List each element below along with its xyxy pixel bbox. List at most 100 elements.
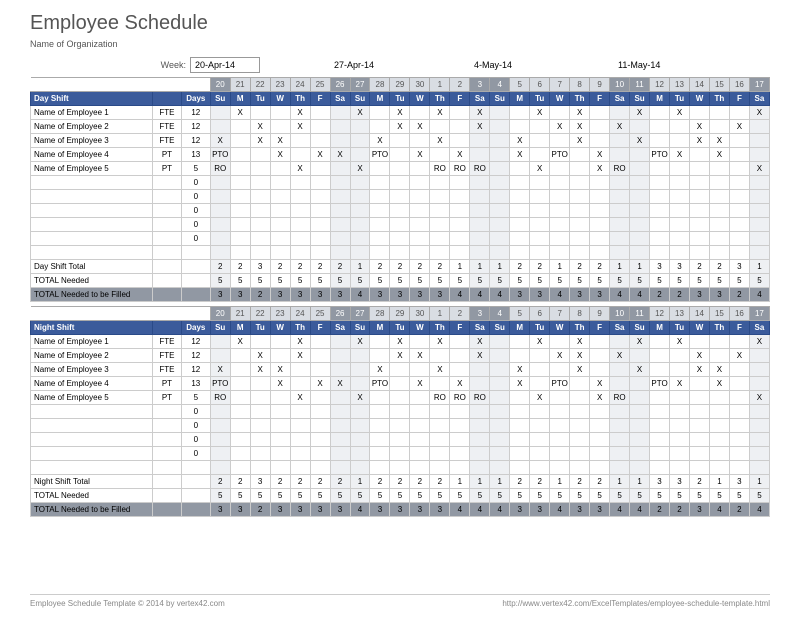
day-cell: 2 — [510, 260, 530, 274]
day-cell — [350, 246, 370, 260]
day-cell — [530, 419, 550, 433]
date-num: 2 — [450, 307, 470, 321]
day-cell — [670, 246, 690, 260]
mark-cell — [330, 363, 350, 377]
day-cell — [250, 190, 270, 204]
date-num: 26 — [330, 78, 350, 92]
day-cell — [570, 419, 590, 433]
day-cell — [510, 405, 530, 419]
mark-cell: X — [450, 148, 470, 162]
mark-cell — [590, 106, 610, 120]
day-cell — [510, 176, 530, 190]
fill-cell: 3 — [410, 288, 430, 302]
mark-cell: X — [530, 106, 550, 120]
day-cell — [270, 433, 290, 447]
day-cell — [709, 405, 729, 419]
day-cell — [610, 176, 630, 190]
date-num: 24 — [290, 78, 310, 92]
day-cell — [210, 204, 230, 218]
fill-cell: 3 — [270, 503, 290, 517]
fill-cell: 3 — [210, 503, 230, 517]
week-start-input[interactable] — [190, 57, 260, 73]
day-cell — [410, 176, 430, 190]
day-cell — [270, 405, 290, 419]
date-num: 9 — [590, 78, 610, 92]
day-cell — [390, 447, 410, 461]
date-num: 10 — [610, 307, 630, 321]
day-cell — [749, 461, 769, 475]
cell — [31, 419, 153, 433]
mark-cell — [450, 120, 470, 134]
mark-cell — [310, 106, 330, 120]
day-abbr: M — [370, 321, 390, 335]
employee-row: Name of Employee 1FTE12XXXXXXXXXXX — [31, 106, 770, 120]
cell — [153, 307, 182, 321]
mark-cell: X — [250, 134, 270, 148]
mark-cell — [230, 162, 250, 176]
day-cell — [350, 447, 370, 461]
day-abbr: W — [550, 321, 570, 335]
footer-link[interactable]: http://www.vertex42.com/ExcelTemplates/e… — [502, 599, 770, 608]
day-cell — [610, 190, 630, 204]
employee-name: Name of Employee 1 — [31, 106, 153, 120]
day-cell — [550, 218, 570, 232]
mark-cell: X — [689, 134, 709, 148]
day-cell — [350, 204, 370, 218]
empty-row: 0 — [31, 190, 770, 204]
date-num: 21 — [230, 307, 250, 321]
cell — [153, 176, 182, 190]
cell: 0 — [181, 433, 210, 447]
mark-cell — [470, 377, 490, 391]
mark-cell: X — [290, 120, 310, 134]
day-cell — [709, 246, 729, 260]
day-cell — [709, 461, 729, 475]
day-cell: 5 — [410, 274, 430, 288]
fill-cell: 4 — [350, 503, 370, 517]
day-cell — [430, 447, 450, 461]
mark-cell: X — [410, 120, 430, 134]
mark-cell: X — [270, 363, 290, 377]
mark-cell — [650, 335, 670, 349]
fill-cell: 4 — [550, 288, 570, 302]
day-cell: 2 — [310, 475, 330, 489]
day-cell — [270, 190, 290, 204]
fill-cell: 3 — [290, 288, 310, 302]
day-cell — [450, 433, 470, 447]
day-cell — [410, 190, 430, 204]
mark-cell — [670, 349, 690, 363]
day-cell — [709, 190, 729, 204]
day-cell — [330, 246, 350, 260]
fill-cell: 3 — [230, 503, 250, 517]
day-abbr: Sa — [470, 321, 490, 335]
mark-cell: X — [210, 363, 230, 377]
mark-cell — [370, 162, 390, 176]
mark-cell — [470, 363, 490, 377]
mark-cell — [729, 335, 749, 349]
mark-cell — [650, 162, 670, 176]
date-num: 13 — [670, 78, 690, 92]
day-cell: 5 — [290, 274, 310, 288]
day-cell — [530, 190, 550, 204]
day-cell — [290, 246, 310, 260]
day-cell — [530, 204, 550, 218]
date-num: 12 — [650, 307, 670, 321]
spacer — [31, 461, 770, 475]
day-abbr: Sa — [470, 92, 490, 106]
day-cell: 5 — [310, 489, 330, 503]
day-cell: 2 — [390, 260, 410, 274]
fill-row: TOTAL Needed to be Filled332333343333444… — [31, 503, 770, 517]
day-cell — [590, 218, 610, 232]
cell — [153, 204, 182, 218]
mark-cell: X — [350, 106, 370, 120]
mark-cell — [370, 349, 390, 363]
day-cell: 5 — [210, 489, 230, 503]
date-num: 29 — [390, 307, 410, 321]
day-abbr: W — [270, 92, 290, 106]
cell — [153, 433, 182, 447]
day-cell: 2 — [290, 260, 310, 274]
day-cell: 2 — [230, 260, 250, 274]
empty-row: 0 — [31, 447, 770, 461]
day-abbr: Th — [570, 92, 590, 106]
fill-cell: 4 — [490, 503, 510, 517]
day-cell — [410, 461, 430, 475]
